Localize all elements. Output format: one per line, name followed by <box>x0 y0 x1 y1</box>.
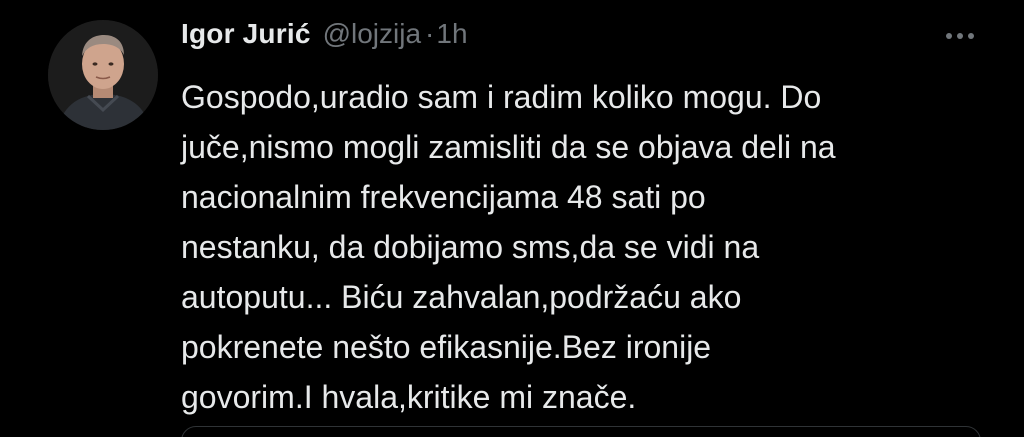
tweet[interactable]: Igor Jurić @lojzija · 1h Gospodo,uradio … <box>0 0 1024 437</box>
separator-dot: · <box>425 18 435 49</box>
tweet-text-line: autoputu... Biću zahvalan,podržaću ako <box>181 279 742 315</box>
tweet-text-line: pokrenete nešto efikasnije.Bez ironije <box>181 329 712 365</box>
author-handle[interactable]: @lojzija <box>323 18 421 50</box>
author-name[interactable]: Igor Jurić <box>181 18 311 50</box>
tweet-text-line: govorim.I hvala,kritike mi znače. <box>181 379 637 415</box>
avatar[interactable] <box>48 20 158 130</box>
tweet-text: Gospodo,uradio sam i radim koliko mogu. … <box>181 72 981 422</box>
timestamp[interactable]: 1h <box>436 18 467 50</box>
tweet-text-line: nestanku, da dobijamo sms,da se vidi na <box>181 229 760 265</box>
tweet-text-line: juče,nismo mogli zamisliti da se objava … <box>181 129 836 165</box>
tweet-header: Igor Jurić @lojzija · 1h <box>181 18 468 62</box>
more-options-icon <box>946 33 974 39</box>
avatar-image <box>48 20 158 130</box>
quoted-card[interactable] <box>181 426 981 437</box>
tweet-text-line: nacionalnim frekvencijama 48 sati po <box>181 179 706 215</box>
tweet-text-line: Gospodo,uradio sam i radim koliko mogu. … <box>181 79 822 115</box>
more-options-button[interactable] <box>938 22 982 50</box>
